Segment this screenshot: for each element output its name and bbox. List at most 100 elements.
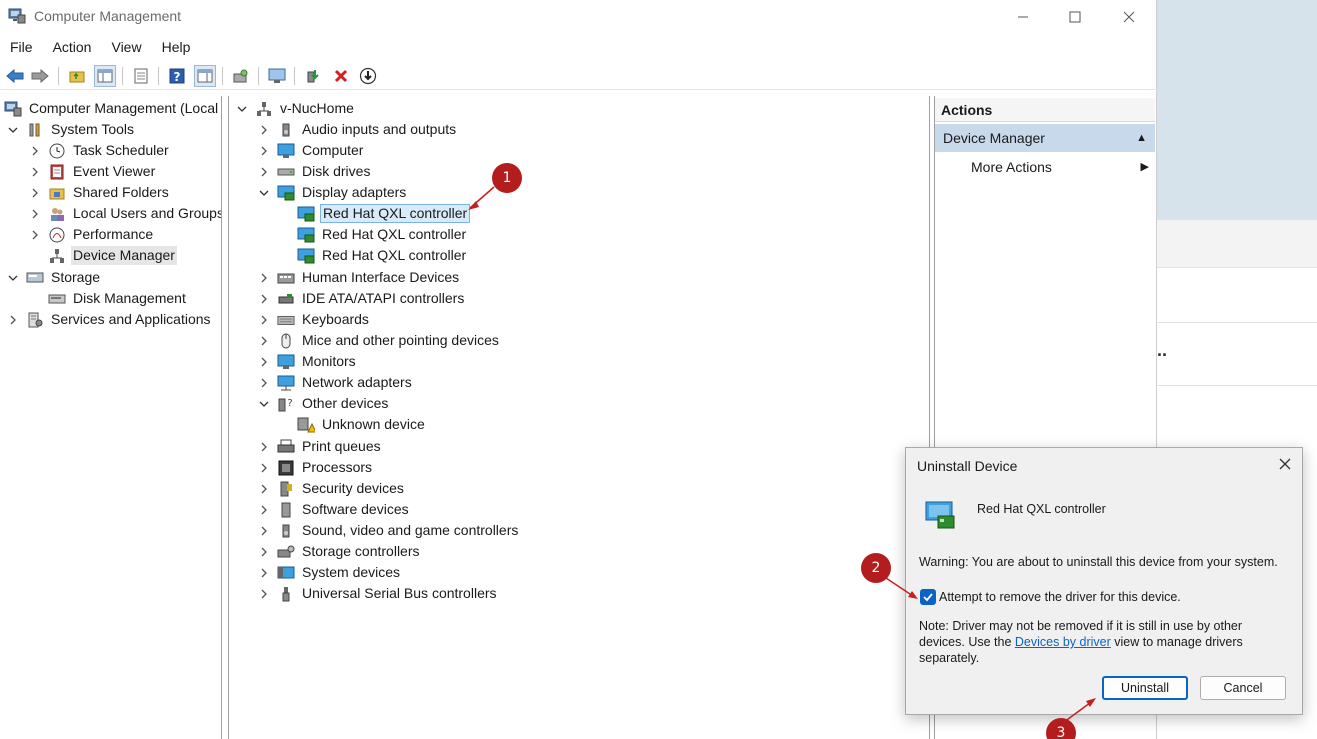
chevron-right-icon[interactable] bbox=[257, 292, 271, 306]
tree-item-disk-management[interactable]: Disk Management bbox=[48, 288, 188, 309]
chevron-right-icon[interactable] bbox=[257, 503, 271, 517]
uninstall-button[interactable]: Uninstall bbox=[1102, 676, 1188, 700]
display-adapter-icon bbox=[924, 498, 958, 532]
tree-item-device-manager[interactable]: Device Manager bbox=[48, 245, 177, 266]
show-hide-console-tree-icon[interactable] bbox=[94, 65, 116, 87]
more-actions-item[interactable]: More Actions ▶ bbox=[971, 156, 1151, 178]
chevron-right-icon[interactable] bbox=[257, 587, 271, 601]
chevron-down-icon[interactable] bbox=[257, 397, 271, 411]
device-category[interactable]: Storage controllers bbox=[257, 541, 422, 562]
device-category[interactable]: Disk drives bbox=[257, 161, 372, 182]
chevron-right-icon[interactable] bbox=[28, 228, 42, 242]
chevron-right-icon[interactable] bbox=[28, 207, 42, 221]
monitor-icon[interactable] bbox=[266, 65, 288, 87]
storage-controller-icon bbox=[277, 544, 295, 560]
services-icon bbox=[26, 312, 44, 328]
chevron-right-icon[interactable] bbox=[257, 545, 271, 559]
chevron-right-icon[interactable] bbox=[28, 144, 42, 158]
device-category[interactable]: Processors bbox=[257, 457, 374, 478]
tree-item-performance[interactable]: Performance bbox=[28, 224, 155, 245]
chevron-right-icon[interactable] bbox=[257, 482, 271, 496]
actions-group-device-manager[interactable]: Device Manager ▲ bbox=[935, 124, 1155, 152]
chevron-right-icon[interactable] bbox=[28, 165, 42, 179]
chevron-right-icon[interactable] bbox=[257, 524, 271, 538]
device-category[interactable]: System devices bbox=[257, 562, 402, 583]
chevron-right-icon[interactable] bbox=[257, 144, 271, 158]
printer-icon bbox=[277, 439, 295, 455]
device-category[interactable]: Network adapters bbox=[257, 372, 414, 393]
device-category[interactable]: Security devices bbox=[257, 478, 406, 499]
disk-management-icon bbox=[48, 291, 66, 307]
remove-driver-checkbox[interactable] bbox=[920, 589, 936, 605]
chevron-right-icon[interactable] bbox=[257, 334, 271, 348]
properties-icon[interactable] bbox=[130, 65, 152, 87]
chevron-right-icon[interactable] bbox=[257, 440, 271, 454]
tree-item-services-and-applications[interactable]: Services and Applications bbox=[6, 309, 213, 330]
device-category[interactable]: Keyboards bbox=[257, 309, 371, 330]
tree-item-task-scheduler[interactable]: Task Scheduler bbox=[28, 140, 171, 161]
menu-file[interactable]: File bbox=[0, 36, 43, 58]
close-button[interactable] bbox=[1106, 4, 1152, 30]
show-hide-action-pane-icon[interactable] bbox=[194, 65, 216, 87]
console-tree-pane: Computer Management (Local System Tools … bbox=[0, 96, 222, 739]
tree-item-computer-management[interactable]: Computer Management (Local bbox=[4, 98, 220, 119]
device-red-hat-qxl-selected[interactable]: Red Hat QXL controller bbox=[297, 203, 471, 224]
chevron-right-icon[interactable] bbox=[28, 186, 42, 200]
chevron-right-icon[interactable] bbox=[257, 313, 271, 327]
forward-arrow-icon[interactable] bbox=[29, 65, 51, 87]
tree-item-event-viewer[interactable]: Event Viewer bbox=[28, 161, 157, 182]
chevron-right-icon[interactable] bbox=[257, 376, 271, 390]
device-category[interactable]: Human Interface Devices bbox=[257, 267, 461, 288]
update-driver-icon[interactable] bbox=[302, 65, 324, 87]
help-icon[interactable]: ? bbox=[166, 65, 188, 87]
device-category[interactable]: IDE ATA/ATAPI controllers bbox=[257, 288, 466, 309]
chevron-down-icon[interactable] bbox=[257, 186, 271, 200]
maximize-button[interactable] bbox=[1052, 4, 1098, 30]
cancel-button[interactable]: Cancel bbox=[1200, 676, 1286, 700]
speaker-icon bbox=[277, 122, 295, 138]
dialog-close-button[interactable] bbox=[1276, 455, 1294, 473]
chevron-right-icon[interactable] bbox=[257, 461, 271, 475]
device-category[interactable]: Universal Serial Bus controllers bbox=[257, 583, 499, 604]
device-category[interactable]: Audio inputs and outputs bbox=[257, 119, 458, 140]
device-category[interactable]: Mice and other pointing devices bbox=[257, 330, 501, 351]
minimize-button[interactable] bbox=[1000, 4, 1046, 30]
tree-item-system-tools[interactable]: System Tools bbox=[6, 119, 136, 140]
device-red-hat-qxl[interactable]: Red Hat QXL controller bbox=[297, 245, 468, 266]
chevron-right-icon[interactable] bbox=[257, 165, 271, 179]
devices-by-driver-link[interactable]: Devices by driver bbox=[1015, 635, 1111, 649]
tree-item-shared-folders[interactable]: Shared Folders bbox=[28, 182, 171, 203]
chevron-right-icon[interactable] bbox=[257, 123, 271, 137]
chevron-right-icon[interactable] bbox=[257, 271, 271, 285]
chevron-down-icon[interactable] bbox=[6, 271, 20, 285]
tree-item-local-users-and-groups[interactable]: Local Users and Groups bbox=[28, 203, 221, 224]
chevron-right-icon[interactable] bbox=[257, 355, 271, 369]
back-arrow-icon[interactable] bbox=[4, 65, 26, 87]
device-unknown[interactable]: Unknown device bbox=[297, 414, 427, 435]
chevron-right-icon[interactable] bbox=[6, 313, 20, 327]
menu-help[interactable]: Help bbox=[152, 36, 201, 58]
scan-hardware-icon[interactable] bbox=[230, 65, 252, 87]
device-category-other-devices[interactable]: ? Other devices bbox=[257, 393, 390, 414]
event-viewer-icon bbox=[48, 164, 66, 180]
device-category[interactable]: Computer bbox=[257, 140, 365, 161]
device-category-display-adapters[interactable]: Display adapters bbox=[257, 182, 408, 203]
up-folder-icon[interactable] bbox=[66, 65, 88, 87]
device-category[interactable]: Software devices bbox=[257, 499, 411, 520]
menu-action[interactable]: Action bbox=[43, 36, 102, 58]
collapse-up-icon[interactable]: ▲ bbox=[1136, 124, 1147, 152]
menu-view[interactable]: View bbox=[101, 36, 151, 58]
enable-device-icon[interactable] bbox=[357, 65, 379, 87]
device-category[interactable]: Monitors bbox=[257, 351, 358, 372]
chevron-right-icon[interactable] bbox=[257, 566, 271, 580]
device-category[interactable]: Print queues bbox=[257, 436, 383, 457]
users-icon bbox=[48, 206, 66, 222]
device-category[interactable]: Sound, video and game controllers bbox=[257, 520, 520, 541]
chevron-down-icon[interactable] bbox=[235, 102, 249, 116]
chevron-down-icon[interactable] bbox=[6, 123, 20, 137]
device-tree-root[interactable]: v-NucHome bbox=[235, 98, 356, 119]
remove-driver-checkbox-label[interactable]: Attempt to remove the driver for this de… bbox=[939, 590, 1181, 604]
uninstall-device-icon[interactable] bbox=[330, 65, 352, 87]
tree-item-storage[interactable]: Storage bbox=[6, 267, 102, 288]
device-red-hat-qxl[interactable]: Red Hat QXL controller bbox=[297, 224, 468, 245]
